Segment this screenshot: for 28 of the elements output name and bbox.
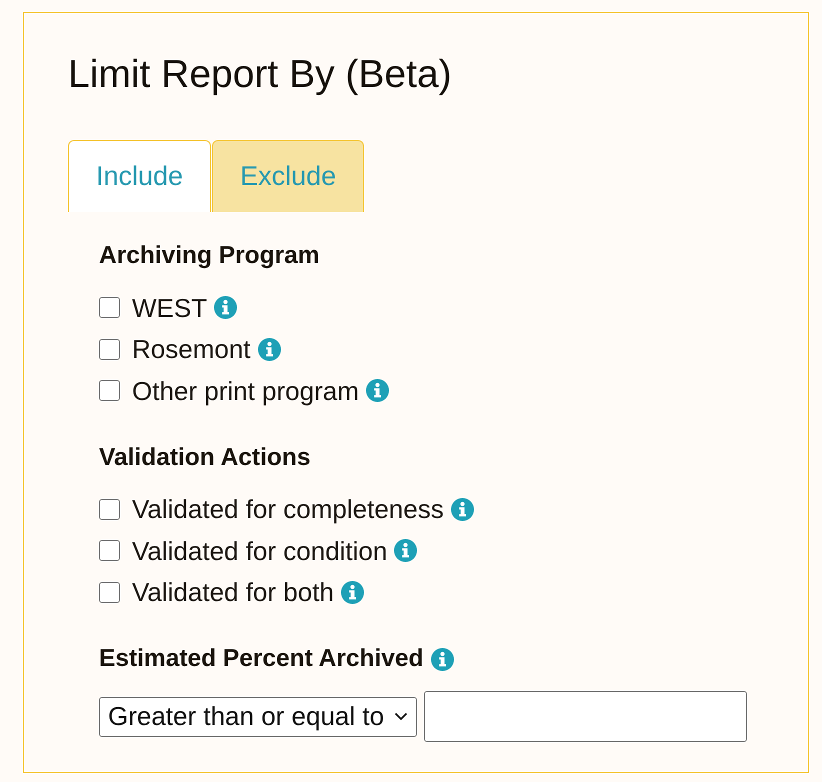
checkbox[interactable] xyxy=(99,338,120,360)
tab[interactable]: Exclude xyxy=(212,140,364,212)
chevron-down-icon xyxy=(394,712,408,721)
checkbox-label: Validated for both xyxy=(132,576,334,608)
checkbox-label: Validated for completeness xyxy=(132,493,444,526)
checkbox[interactable] xyxy=(99,582,120,603)
section-heading: Estimated Percent Archived xyxy=(99,644,424,674)
checkbox-label: Validated for condition xyxy=(132,534,388,567)
section-heading: Validation Actions xyxy=(99,442,310,472)
panel-title: Limit Report By (Beta) xyxy=(68,52,453,98)
checkbox[interactable] xyxy=(99,540,120,562)
operator-dropdown[interactable]: Greater than or equal to xyxy=(99,696,417,736)
checkbox-label: WEST xyxy=(132,292,208,324)
checkbox[interactable] xyxy=(99,297,120,318)
checkbox[interactable] xyxy=(99,380,120,402)
section-heading: Archiving Program xyxy=(99,241,320,271)
checkbox-label: Rosemont xyxy=(132,333,250,366)
info-icon[interactable] xyxy=(214,296,238,320)
info-icon[interactable] xyxy=(258,338,280,361)
info-icon[interactable] xyxy=(340,580,364,604)
info-icon[interactable] xyxy=(394,539,418,562)
info-icon[interactable] xyxy=(366,379,389,402)
tab[interactable]: Include xyxy=(68,140,212,212)
info-icon[interactable] xyxy=(430,648,454,670)
info-icon[interactable] xyxy=(450,498,474,521)
checkbox-label: Other print program xyxy=(132,374,359,407)
percent-input[interactable] xyxy=(424,691,747,742)
checkbox[interactable] xyxy=(99,498,120,520)
